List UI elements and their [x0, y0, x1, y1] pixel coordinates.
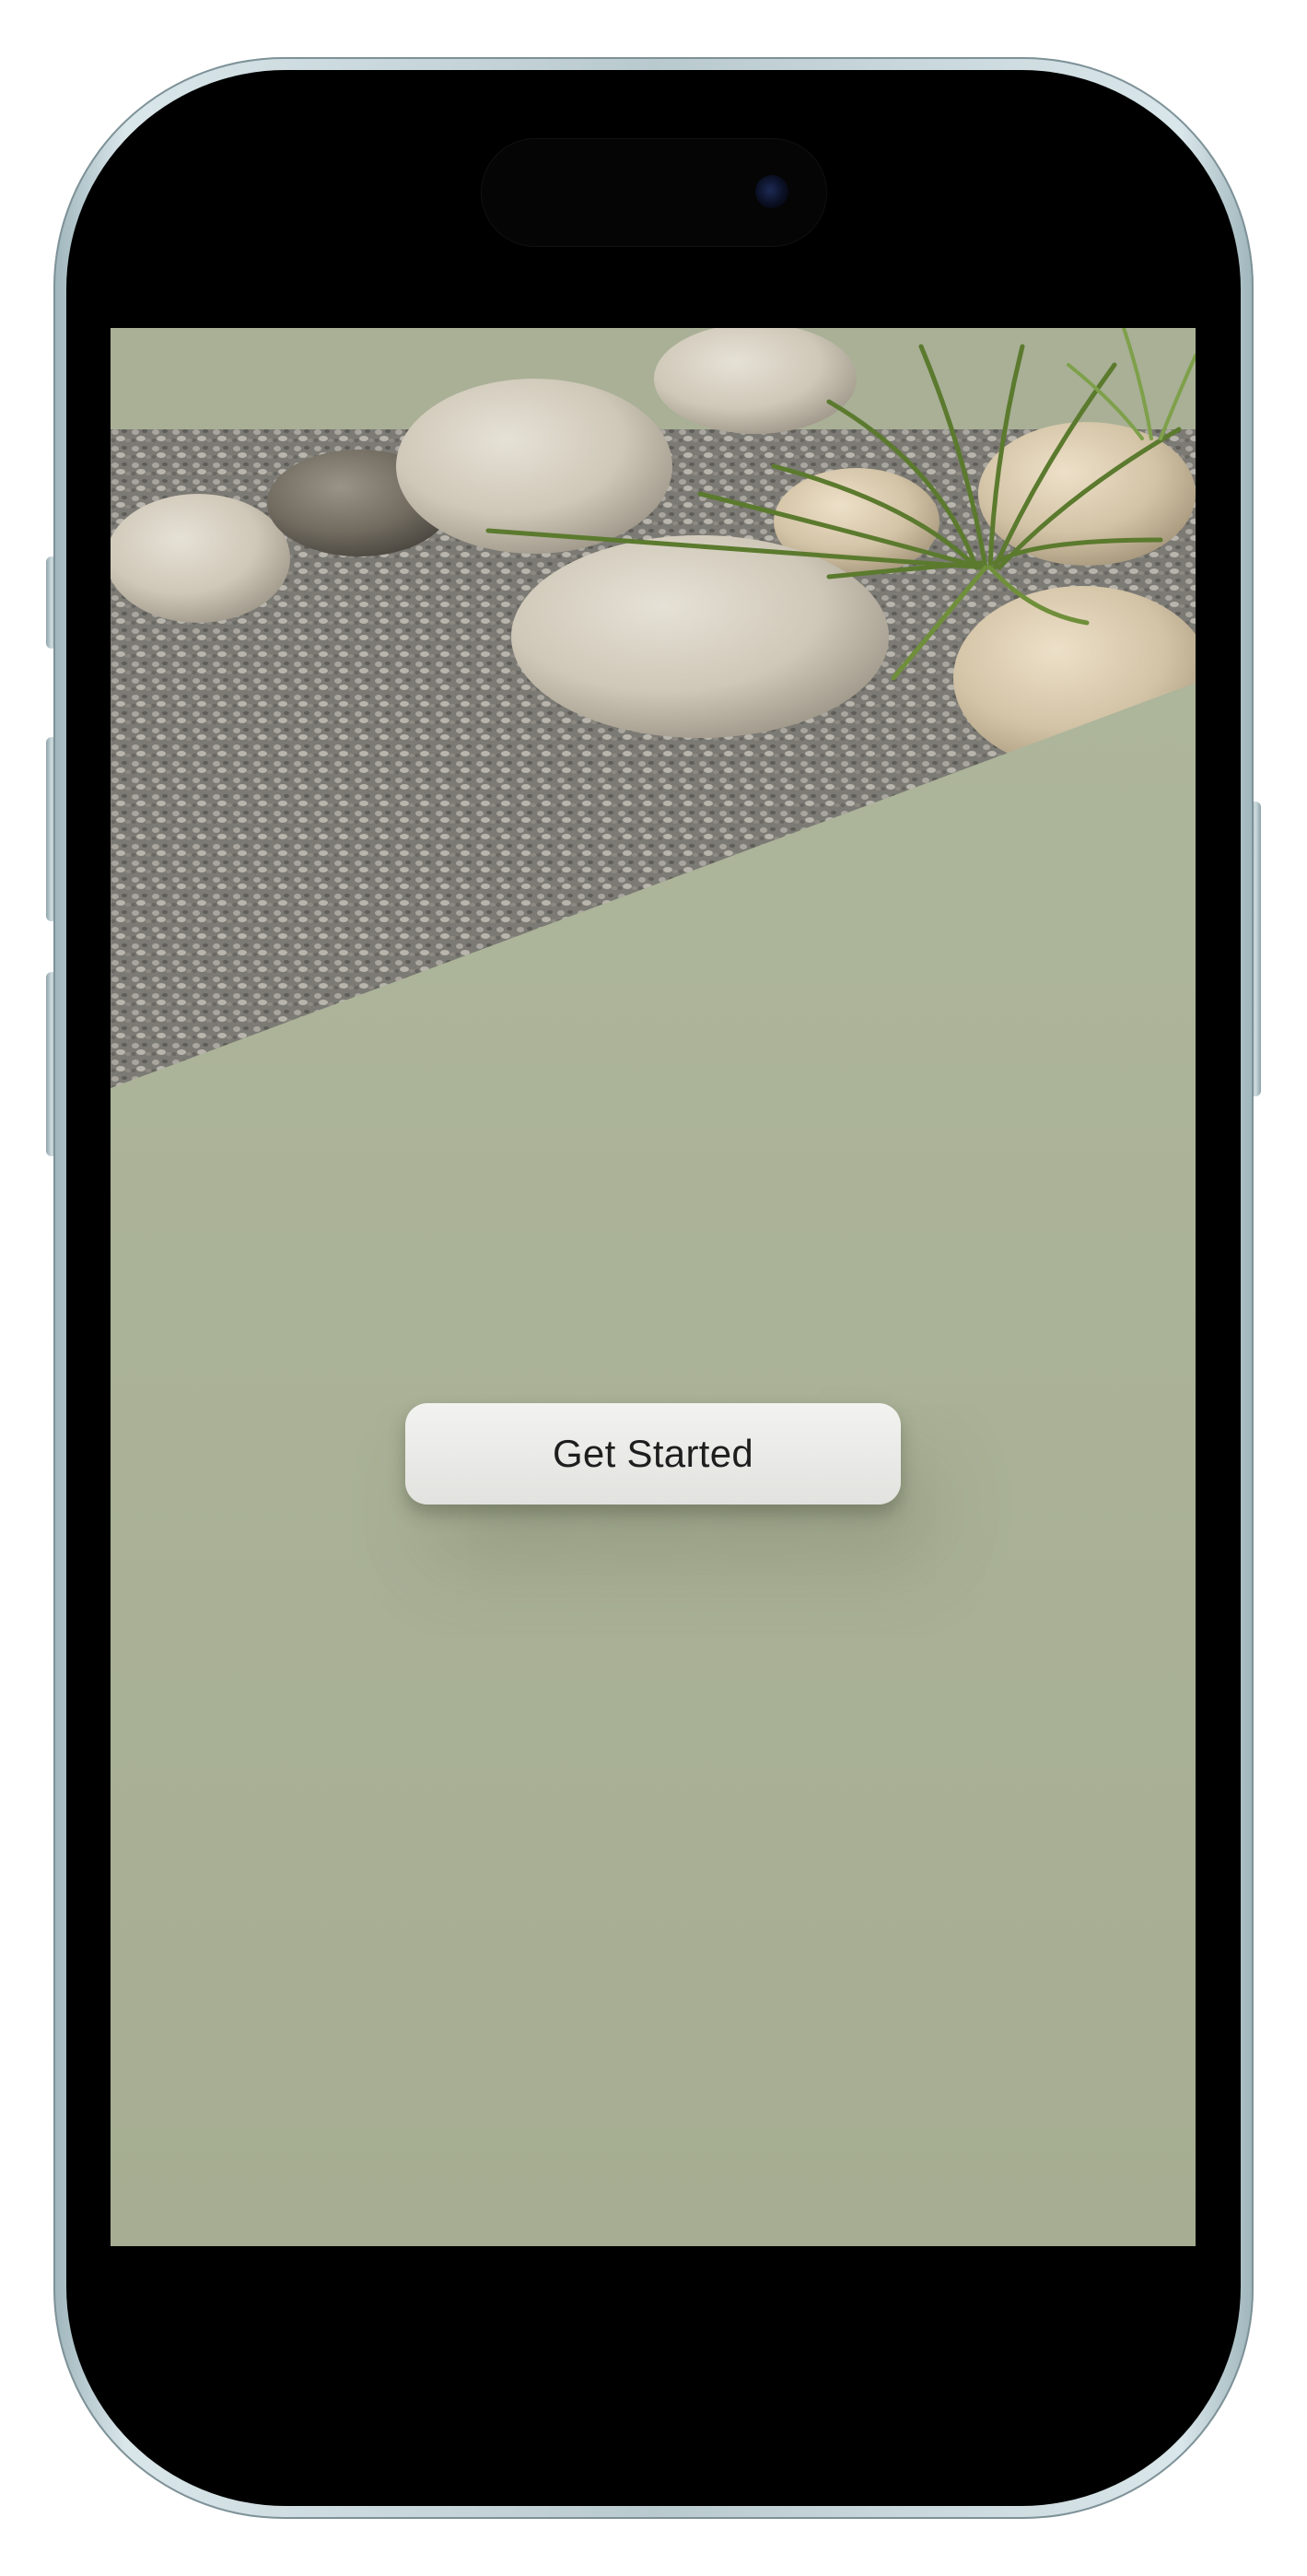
app-screen: Get Started: [111, 328, 1196, 2246]
front-camera-icon: [755, 175, 788, 208]
get-started-button[interactable]: Get Started: [405, 1403, 901, 1505]
get-started-label: Get Started: [552, 1432, 754, 1475]
green-diagonal-panel: [111, 683, 1196, 2246]
